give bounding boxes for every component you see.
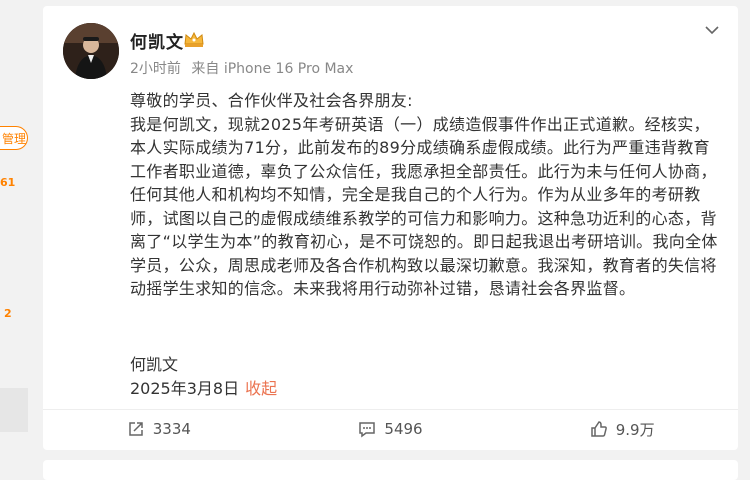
weibo-post-card: 何凯文 2小时前 来自 iPhone 16 Pro Max 尊敬的学员、合作伙伴… <box>43 6 738 450</box>
vip-crown-icon[interactable] <box>183 30 205 48</box>
post-date: 2025年3月8日 <box>130 379 240 398</box>
post-signature: 何凯文 <box>130 355 179 374</box>
chevron-down-icon[interactable] <box>704 22 720 38</box>
comment-button[interactable]: 5496 <box>275 417 507 441</box>
like-count: 9.9万 <box>615 420 655 439</box>
post-paragraph: 我是何凯文，现就2025年考研英语（一）成绩造假事件作出正式道歉。经核实，本人实… <box>130 114 718 299</box>
count-badge: 61 <box>0 176 16 189</box>
action-bar: 3334 5496 9.9万 <box>43 417 738 441</box>
like-button[interactable]: 9.9万 <box>506 417 738 441</box>
manage-button[interactable]: 管理 <box>0 126 28 150</box>
comment-icon <box>359 422 376 438</box>
collapse-link[interactable]: 收起 <box>245 379 277 398</box>
author-name[interactable]: 何凯文 <box>130 28 184 53</box>
sidebar-selected-item[interactable] <box>0 388 28 432</box>
divider <box>43 409 738 410</box>
post-date-line: 2025年3月8日 收起 <box>130 375 277 399</box>
post-greeting: 尊敬的学员、合作伙伴及社会各界朋友: <box>130 91 413 110</box>
count-badge: 2 <box>4 307 12 320</box>
thumbs-up-icon <box>591 421 607 437</box>
repost-count: 3334 <box>152 420 191 438</box>
post-source: 来自 iPhone 16 Pro Max <box>191 61 354 77</box>
left-sidebar-fragment: 管理 61 2 <box>0 0 30 469</box>
post-body: 尊敬的学员、合作伙伴及社会各界朋友: 我是何凯文，现就2025年考研英语（一）成… <box>130 89 726 301</box>
avatar[interactable] <box>63 23 119 79</box>
post-meta: 2小时前 来自 iPhone 16 Pro Max <box>130 58 359 78</box>
repost-icon <box>128 422 143 436</box>
comment-count: 5496 <box>384 420 423 438</box>
post-time[interactable]: 2小时前 <box>130 61 181 77</box>
next-post-card <box>43 460 738 480</box>
repost-button[interactable]: 3334 <box>43 417 275 441</box>
